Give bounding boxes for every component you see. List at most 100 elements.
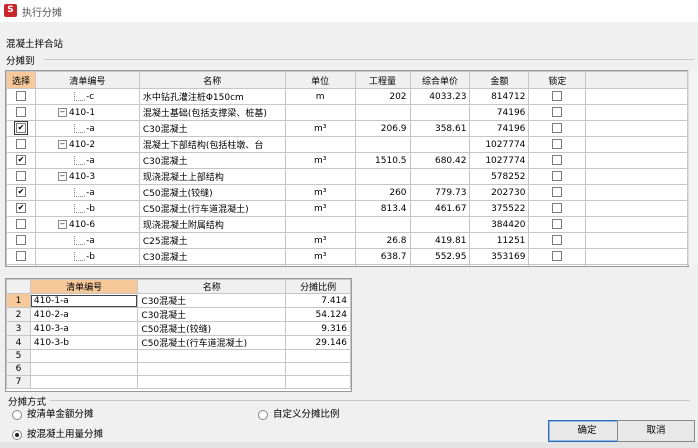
lock-checkbox[interactable] bbox=[552, 251, 563, 262]
ratio-cell[interactable]: 29.146 bbox=[285, 335, 351, 350]
lock-checkbox[interactable] bbox=[552, 107, 563, 118]
select-checkbox[interactable] bbox=[15, 219, 26, 230]
select-cell[interactable] bbox=[6, 232, 36, 249]
name-cell[interactable]: C50混凝土(行车道混凝土) bbox=[137, 335, 287, 350]
row-number[interactable]: 4 bbox=[6, 335, 31, 350]
ratio-cell[interactable] bbox=[285, 375, 351, 389]
ratio-cell[interactable]: 54.124 bbox=[285, 307, 351, 322]
table-row[interactable]: ✔ -a C30混凝土 m³ 1510.5 680.42 1027774 bbox=[6, 152, 688, 169]
radio-circle-icon[interactable] bbox=[12, 429, 22, 440]
code-cell[interactable] bbox=[29, 362, 139, 376]
lock-cell[interactable] bbox=[528, 264, 587, 266]
lock-cell[interactable] bbox=[528, 248, 587, 265]
lock-checkbox[interactable] bbox=[552, 139, 563, 150]
lock-cell[interactable] bbox=[528, 104, 587, 121]
select-checkbox[interactable] bbox=[15, 251, 26, 262]
table-row[interactable]: −411-5后张法预应力钢绞线kg10392713.871441467 bbox=[6, 264, 688, 266]
lock-checkbox[interactable] bbox=[552, 155, 563, 166]
lock-cell[interactable] bbox=[528, 200, 587, 217]
select-cell[interactable] bbox=[6, 168, 36, 185]
row-number[interactable]: 7 bbox=[6, 375, 31, 389]
grid-vertical-scrollbar[interactable] bbox=[688, 70, 698, 265]
lock-checkbox[interactable] bbox=[552, 203, 563, 214]
select-cell[interactable] bbox=[6, 88, 36, 105]
col-header-ratio[interactable]: 分摊比例 bbox=[285, 279, 351, 294]
radio-circle-icon[interactable] bbox=[258, 409, 268, 420]
select-checkbox[interactable] bbox=[15, 235, 26, 246]
col-header-unit-price[interactable]: 综合单价 bbox=[409, 71, 471, 89]
table-row[interactable]: 1 410-1-a C30混凝土 7.414 bbox=[6, 293, 351, 308]
select-checkbox[interactable] bbox=[15, 171, 26, 182]
select-checkbox[interactable] bbox=[15, 107, 26, 118]
col-header-name[interactable]: 名称 bbox=[138, 71, 286, 89]
table-row[interactable]: 7 bbox=[6, 375, 351, 389]
row-number[interactable]: 6 bbox=[6, 362, 31, 376]
col-header-amount[interactable]: 金额 bbox=[469, 71, 530, 89]
table-row[interactable]: 2 410-2-a C30混凝土 54.124 bbox=[6, 307, 351, 322]
lock-cell[interactable] bbox=[528, 136, 587, 153]
table-row[interactable]: 3 410-3-a C50混凝土(铰缝) 9.316 bbox=[6, 321, 351, 336]
name-cell[interactable]: C30混凝土 bbox=[137, 293, 287, 308]
collapse-icon[interactable]: − bbox=[57, 107, 67, 117]
ratio-cell[interactable] bbox=[285, 362, 351, 376]
select-cell[interactable] bbox=[6, 216, 36, 233]
row-number[interactable]: 3 bbox=[6, 321, 31, 336]
code-cell[interactable]: 410-1-a bbox=[29, 293, 139, 308]
table-row[interactable]: 5 bbox=[6, 349, 351, 363]
lock-cell[interactable] bbox=[528, 184, 587, 201]
allocation-ratio-grid[interactable]: 清单编号 名称 分摊比例 1 410-1-a C30混凝土 7.414 2 410-2-a… bbox=[5, 278, 352, 392]
lock-checkbox[interactable] bbox=[552, 219, 563, 230]
code-cell[interactable] bbox=[29, 349, 139, 363]
collapse-icon[interactable]: − bbox=[57, 219, 67, 229]
code-cell[interactable]: 410-3-b bbox=[29, 335, 139, 350]
lock-checkbox[interactable] bbox=[552, 235, 563, 246]
select-checkbox[interactable]: ✔ bbox=[15, 203, 26, 214]
select-checkbox[interactable]: ✔ bbox=[15, 155, 26, 166]
select-cell[interactable]: ✔ bbox=[6, 120, 36, 137]
name-cell[interactable] bbox=[137, 349, 287, 363]
select-checkbox[interactable]: ✔ bbox=[13, 121, 28, 136]
row-number[interactable]: 5 bbox=[6, 349, 31, 363]
lock-cell[interactable] bbox=[528, 168, 587, 185]
name-cell[interactable] bbox=[137, 362, 287, 376]
bill-items-grid[interactable]: 选择 清单编号 名称 单位 工程量 综合单价 金额 锁定 -c 水中钻孔灌注桩Φ1… bbox=[5, 70, 689, 267]
code-cell[interactable]: 410-3-a bbox=[29, 321, 139, 336]
radio-by-amount[interactable]: 按清单金额分摊 bbox=[12, 406, 94, 420]
ratio-cell[interactable]: 7.414 bbox=[285, 293, 351, 308]
lock-cell[interactable] bbox=[528, 152, 587, 169]
lock-checkbox[interactable] bbox=[552, 187, 563, 198]
select-checkbox[interactable] bbox=[15, 91, 26, 102]
table-row[interactable]: 4 410-3-b C50混凝土(行车道混凝土) 29.146 bbox=[6, 335, 351, 350]
name-cell[interactable] bbox=[137, 375, 287, 389]
table-row[interactable]: −410-6 现浇混凝土附属结构 384420 bbox=[6, 216, 688, 233]
ok-button[interactable]: 确定 bbox=[548, 420, 626, 442]
col-header-unit[interactable]: 单位 bbox=[284, 71, 356, 89]
lock-checkbox[interactable] bbox=[552, 123, 563, 134]
radio-by-concrete[interactable]: 按混凝土用量分摊 bbox=[12, 426, 103, 440]
col-header-lock[interactable]: 锁定 bbox=[528, 71, 587, 89]
select-cell[interactable] bbox=[6, 104, 36, 121]
name-cell[interactable]: C30混凝土 bbox=[137, 307, 287, 322]
code-cell[interactable] bbox=[29, 375, 139, 389]
col-header-quantity[interactable]: 工程量 bbox=[354, 71, 411, 89]
code-cell[interactable]: 410-2-a bbox=[29, 307, 139, 322]
select-cell[interactable]: ✔ bbox=[6, 184, 36, 201]
select-cell[interactable] bbox=[6, 136, 36, 153]
lock-checkbox[interactable] bbox=[552, 171, 563, 182]
collapse-icon[interactable]: − bbox=[57, 171, 67, 181]
table-row[interactable]: 6 bbox=[6, 362, 351, 376]
radio-custom-ratio[interactable]: 自定义分摊比例 bbox=[258, 406, 340, 420]
col-header-code[interactable]: 清单编号 bbox=[34, 71, 140, 89]
radio-circle-icon[interactable] bbox=[12, 409, 22, 420]
select-cell[interactable]: ✔ bbox=[6, 152, 36, 169]
collapse-icon[interactable]: − bbox=[57, 139, 67, 149]
select-cell[interactable] bbox=[6, 264, 36, 266]
table-row[interactable]: −410-2 混凝土下部结构(包括柱墩、台 1027774 bbox=[6, 136, 688, 153]
table-row[interactable]: −410-3 现浇混凝土上部结构 578252 bbox=[6, 168, 688, 185]
table-row[interactable]: ✔ -b C50混凝土(行车道混凝土) m³ 813.4 461.67 375522 bbox=[6, 200, 688, 217]
select-checkbox[interactable]: ✔ bbox=[15, 187, 26, 198]
table-row[interactable]: -b C30混凝土 m³ 638.7 552.95 353169 bbox=[6, 248, 688, 265]
select-cell[interactable]: ✔ bbox=[6, 200, 36, 217]
row-number[interactable]: 2 bbox=[6, 307, 31, 322]
table-row[interactable]: ✔ -a C30混凝土 m³ 206.9 358.61 74196 bbox=[6, 120, 688, 137]
